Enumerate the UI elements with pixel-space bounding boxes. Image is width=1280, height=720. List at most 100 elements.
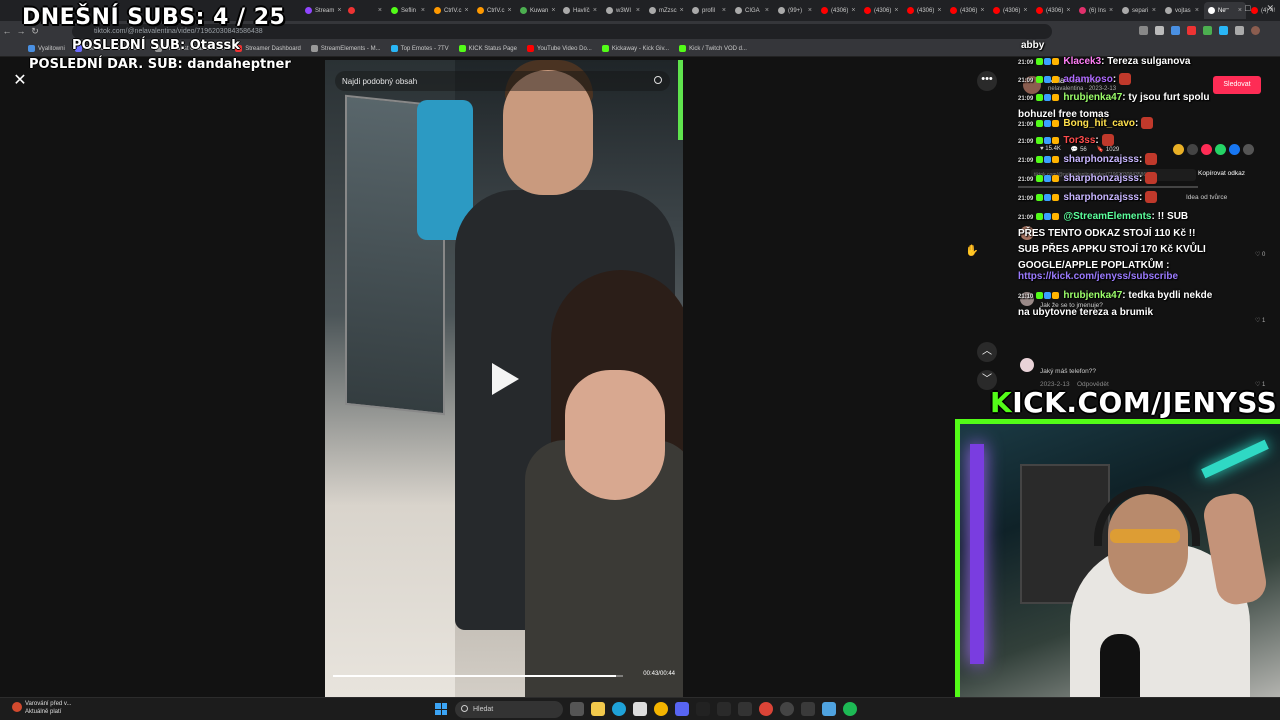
browser-tab[interactable]: (6) Ins ×: [1075, 2, 1117, 19]
translate-icon[interactable]: [1139, 26, 1148, 35]
play-icon[interactable]: [492, 363, 519, 395]
browser-tab[interactable]: (4306) ×: [903, 2, 945, 19]
minimize-icon[interactable]: –: [1224, 3, 1229, 14]
bookmark-item[interactable]: Kick / Twitch VOD d...: [679, 45, 747, 52]
facebook-icon[interactable]: [1229, 144, 1240, 155]
close-tab-icon[interactable]: ×: [1023, 7, 1027, 14]
taskbar-search[interactable]: Hledat: [455, 701, 563, 718]
bookmark-item[interactable]: Vyalitowni: [28, 45, 65, 52]
browser-tab[interactable]: mZzsc ×: [645, 2, 687, 19]
start-icon[interactable]: [435, 703, 447, 715]
extension-icon[interactable]: [1235, 26, 1244, 35]
close-tab-icon[interactable]: ×: [337, 7, 341, 14]
chat-username[interactable]: hrubjenka47: [1063, 290, 1122, 301]
close-tab-icon[interactable]: ×: [507, 7, 511, 14]
video-player[interactable]: Najdi podobný obsah 00:43/00:44: [325, 60, 683, 697]
browser-tab[interactable]: Kuwan ×: [516, 2, 558, 19]
chat-username[interactable]: @StreamElements: [1063, 211, 1151, 222]
search-icon[interactable]: [654, 76, 662, 84]
chat-username[interactable]: sharphonzajsss: [1063, 192, 1139, 203]
close-tab-icon[interactable]: ×: [680, 7, 684, 14]
chrome-icon[interactable]: [654, 702, 668, 716]
chat-username[interactable]: Bong_hit_cavo: [1063, 118, 1135, 129]
browser-tab[interactable]: CtrlV.c ×: [473, 2, 515, 19]
chat-username[interactable]: Tor3ss: [1063, 135, 1095, 146]
star-icon[interactable]: [1155, 26, 1164, 35]
close-tab-icon[interactable]: ×: [894, 7, 898, 14]
chat-username[interactable]: sharphonzajsss: [1063, 173, 1139, 184]
browser-tab[interactable]: CIGA ×: [731, 2, 773, 19]
browser-tab[interactable]: w3WI ×: [602, 2, 644, 19]
browser-tab[interactable]: (4306) ×: [817, 2, 859, 19]
extension-icon[interactable]: [1203, 26, 1212, 35]
close-tab-icon[interactable]: ×: [1109, 7, 1113, 14]
bookmark-item[interactable]: YouTube Video Do...: [527, 45, 592, 52]
bookmark-item[interactable]: KICK Status Page: [458, 45, 517, 52]
browser-tab[interactable]: (4306) ×: [946, 2, 988, 19]
close-tab-icon[interactable]: ×: [378, 7, 382, 14]
browser-tab[interactable]: vojtas ×: [1161, 2, 1203, 19]
close-tab-icon[interactable]: ×: [851, 7, 855, 14]
close-tab-icon[interactable]: ×: [722, 7, 726, 14]
extension-icon[interactable]: [1219, 26, 1228, 35]
close-tab-icon[interactable]: ×: [636, 7, 640, 14]
close-tab-icon[interactable]: ×: [1066, 7, 1070, 14]
chat-username[interactable]: adamkoso: [1063, 74, 1112, 85]
close-tab-icon[interactable]: ×: [1152, 7, 1156, 14]
browser-tab[interactable]: ×: [344, 2, 386, 19]
task-view-icon[interactable]: [570, 702, 584, 716]
browser-tab[interactable]: (99+) ×: [774, 2, 816, 19]
browser-tab[interactable]: profil ×: [688, 2, 730, 19]
edge-icon[interactable]: [612, 702, 626, 716]
file-explorer-icon[interactable]: [591, 702, 605, 716]
obs-icon[interactable]: [780, 702, 794, 716]
previous-video-icon[interactable]: ︿: [977, 342, 997, 362]
forward-share-icon[interactable]: [1243, 144, 1254, 155]
more-options-icon[interactable]: •••: [977, 71, 997, 91]
store-icon[interactable]: [633, 702, 647, 716]
browser-tab[interactable]: separi ×: [1118, 2, 1160, 19]
bookmark-item[interactable]: Streamer Dashboard: [235, 45, 301, 52]
close-tab-icon[interactable]: ×: [1195, 7, 1199, 14]
browser-tab[interactable]: Seflin ×: [387, 2, 429, 19]
profile-avatar[interactable]: [1251, 26, 1260, 35]
discord-icon[interactable]: [675, 702, 689, 716]
bookmark-item[interactable]: Kickaway - Kick Giv...: [601, 45, 669, 52]
app-icon[interactable]: [717, 702, 731, 716]
close-tab-icon[interactable]: ×: [593, 7, 597, 14]
comment-like-count[interactable]: ♡ 0: [1255, 251, 1265, 258]
close-tab-icon[interactable]: ×: [765, 7, 769, 14]
spotify-icon[interactable]: [843, 702, 857, 716]
close-tab-icon[interactable]: ×: [937, 7, 941, 14]
browser-tab[interactable]: (4306) ×: [989, 2, 1031, 19]
chat-link[interactable]: https://kick.com/jenyss/subscribe: [1018, 271, 1178, 282]
close-tab-icon[interactable]: ×: [551, 7, 555, 14]
chrome-icon[interactable]: [759, 702, 773, 716]
close-tab-icon[interactable]: ×: [980, 7, 984, 14]
extension-icon[interactable]: [1187, 26, 1196, 35]
comment-like-count[interactable]: ♡ 1: [1255, 317, 1265, 324]
maximize-icon[interactable]: □: [1245, 3, 1250, 14]
chat-username[interactable]: sharphonzajsss: [1063, 154, 1139, 165]
browser-tab[interactable]: (4306) ×: [1032, 2, 1074, 19]
browser-tab[interactable]: (4306) ×: [860, 2, 902, 19]
video-progress-bar[interactable]: [333, 675, 623, 677]
app-icon[interactable]: [801, 702, 815, 716]
bookmark-item[interactable]: StreamElements - M...: [310, 45, 381, 52]
chat-username[interactable]: hrubjenka47: [1063, 92, 1122, 103]
bookmark-item[interactable]: Top Emotes - 7TV: [390, 45, 449, 52]
extension-icon[interactable]: [1171, 26, 1180, 35]
notepad-icon[interactable]: [822, 702, 836, 716]
chat-username[interactable]: Klacek3: [1063, 56, 1101, 67]
close-tab-icon[interactable]: ×: [421, 7, 425, 14]
close-video-icon[interactable]: ✕: [12, 73, 28, 89]
close-tab-icon[interactable]: ×: [464, 7, 468, 14]
browser-tab[interactable]: Stream ×: [301, 2, 343, 19]
browser-tab[interactable]: Havlíč ×: [559, 2, 601, 19]
app-icon[interactable]: [696, 702, 710, 716]
app-icon[interactable]: [738, 702, 752, 716]
similar-search-input[interactable]: Najdi podobný obsah: [335, 71, 670, 91]
chat-username[interactable]: abby: [1021, 40, 1044, 51]
close-tab-icon[interactable]: ×: [808, 7, 812, 14]
commenter-avatar[interactable]: [1020, 358, 1034, 372]
